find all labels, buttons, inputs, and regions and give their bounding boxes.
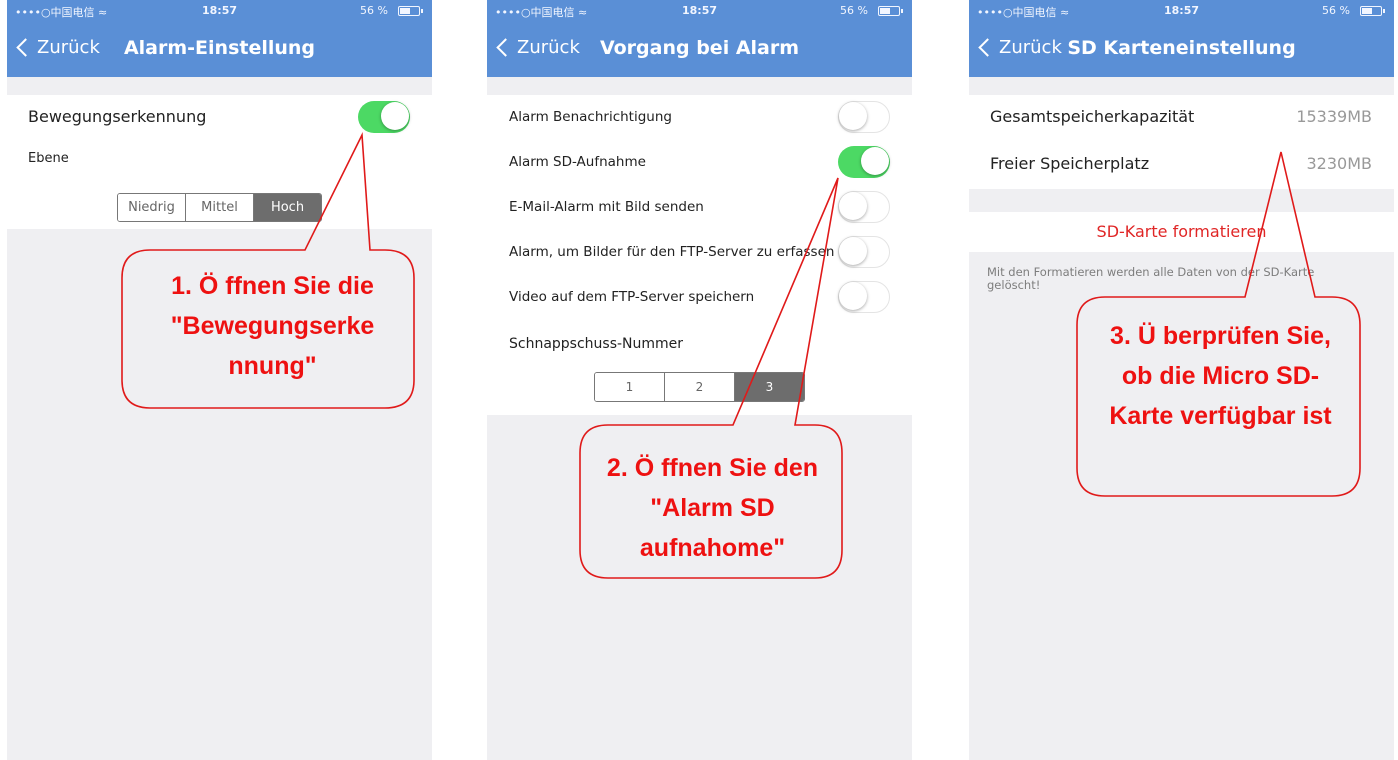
- callout-3-text: 3. Ü berprüfen Sie, ob die Micro SD-Kart…: [1109, 322, 1332, 430]
- callout-2-text: 2. Ö ffnen Sie den "Alarm SD aufnahome": [606, 454, 819, 562]
- callout-1-text: 1. Ö ffnen Sie die "Bewegungserke nnung": [170, 272, 375, 380]
